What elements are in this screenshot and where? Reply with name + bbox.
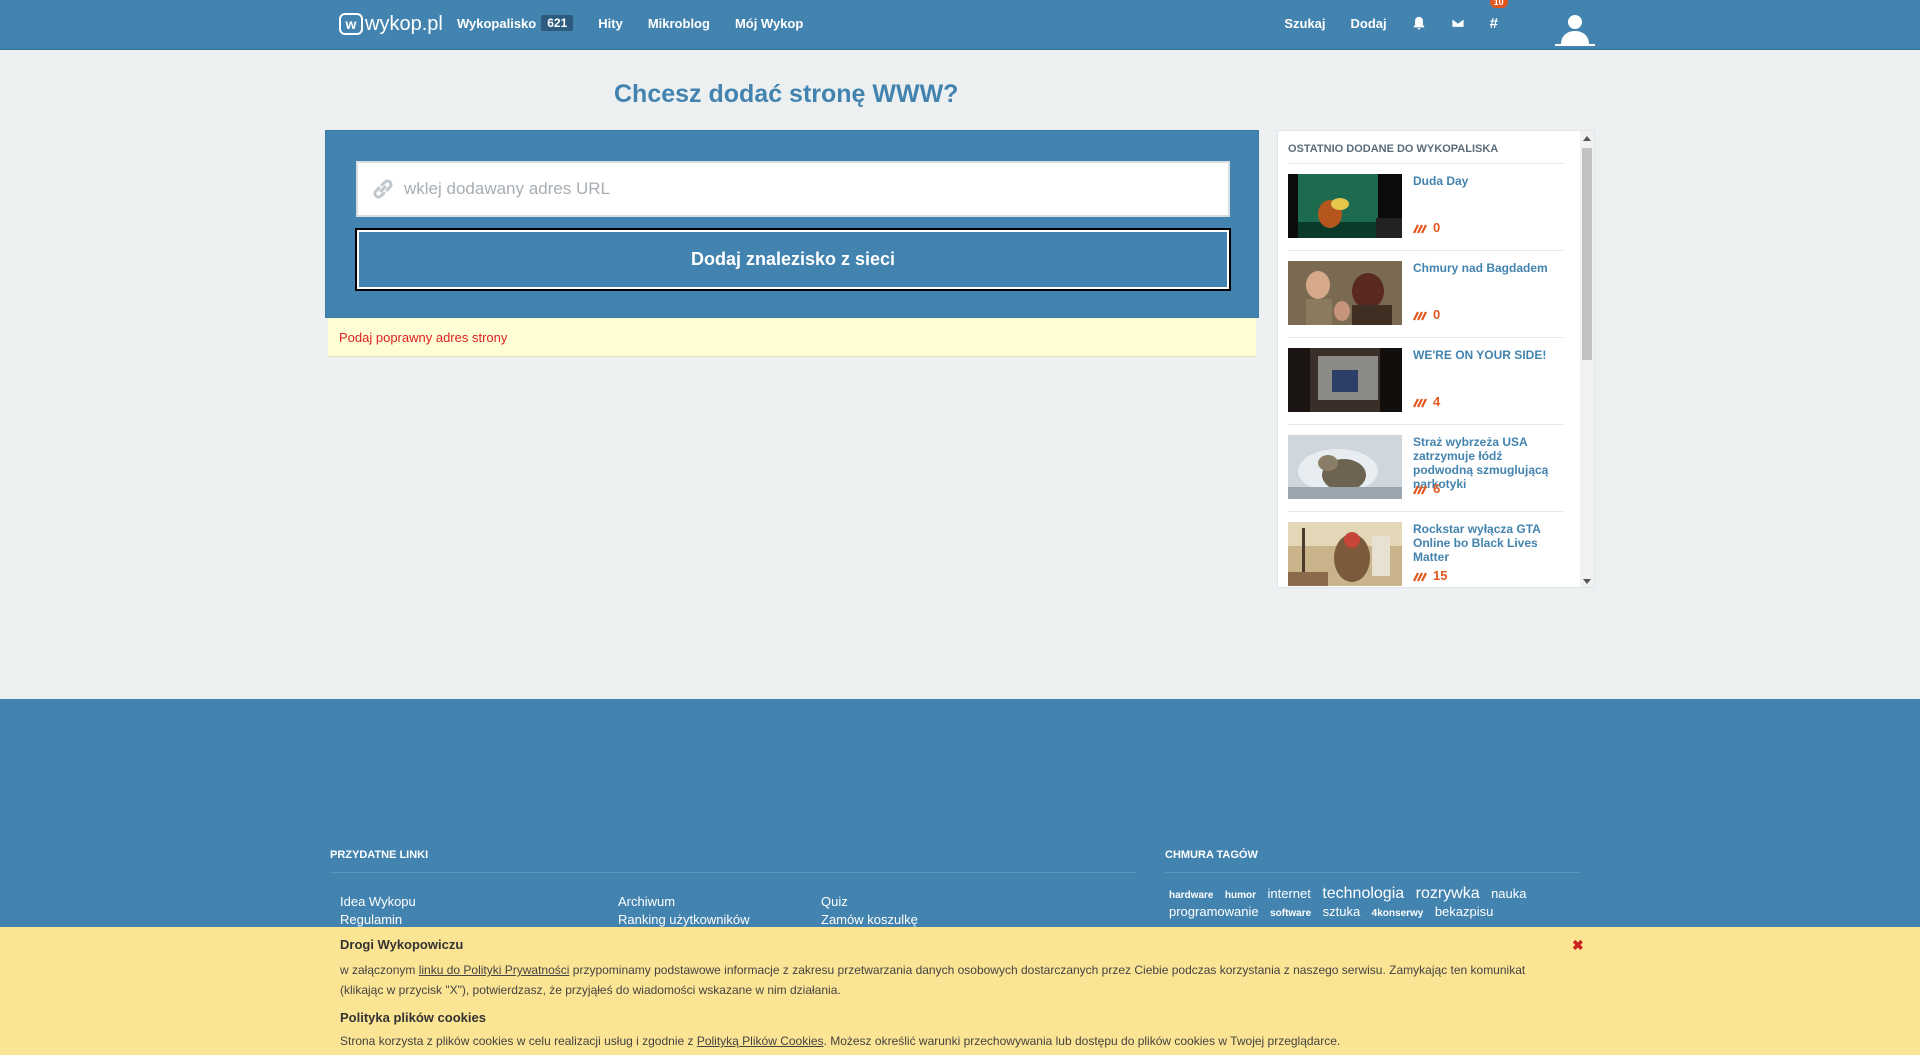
wykop-votes-icon xyxy=(1413,224,1427,233)
scrollbar-thumb[interactable] xyxy=(1582,148,1592,360)
wykop-logo-icon: w xyxy=(339,13,363,35)
tag-cloud-heading: CHMURA TAGÓW xyxy=(1165,849,1258,861)
list-item-votes: 15 xyxy=(1413,568,1447,583)
tag-link[interactable]: humor xyxy=(1225,890,1256,901)
wykop-votes-icon xyxy=(1413,485,1427,494)
footer-link[interactable]: Zamów koszulkę xyxy=(821,912,918,927)
footer-link[interactable]: Ranking użytkowników xyxy=(618,912,750,927)
nav-moj-wykop[interactable]: Mój Wykop xyxy=(735,16,803,31)
url-input[interactable] xyxy=(404,179,1204,199)
privacy-policy-link[interactable]: linku do Polityki Prywatności xyxy=(419,963,570,977)
votes-count: 0 xyxy=(1433,307,1441,322)
cookie-heading-cookies: Polityka plików cookies xyxy=(340,1010,486,1025)
cookie-heading-privacy: Drogi Wykopowiczu xyxy=(340,937,464,952)
list-item[interactable]: WE'RE ON YOUR SIDE! 4 xyxy=(1288,338,1564,425)
list-item[interactable]: Rockstar wyłącza GTA Online bo Black Liv… xyxy=(1288,512,1564,587)
logo-text: wykop.pl xyxy=(365,12,443,35)
bell-icon[interactable] xyxy=(1412,16,1426,30)
tag-link[interactable]: programowanie xyxy=(1169,904,1259,919)
search-link[interactable]: Szukaj xyxy=(1284,16,1325,31)
tag-link[interactable]: hardware xyxy=(1169,890,1213,901)
url-input-wrapper xyxy=(356,161,1230,217)
main-nav: Wykopalisko 621 Hity Mikroblog Mój Wykop xyxy=(457,0,828,46)
hashtag-icon[interactable]: # 10 xyxy=(1489,0,1508,32)
envelope-icon[interactable] xyxy=(1451,16,1465,30)
votes-count: 4 xyxy=(1433,394,1441,409)
close-icon[interactable]: ✖ xyxy=(1572,937,1584,954)
thumbnail-image xyxy=(1288,348,1402,412)
wykop-votes-icon xyxy=(1413,572,1427,581)
footer-link[interactable]: Quiz xyxy=(821,894,848,909)
votes-count: 15 xyxy=(1433,568,1448,583)
cookie-policy-text-a: Strona korzysta z plików cookies w celu … xyxy=(340,1034,697,1048)
page-title: Chcesz dodać stronę WWW? xyxy=(614,80,959,108)
tag-link[interactable]: nauka xyxy=(1491,886,1526,901)
thumbnail-image xyxy=(1288,522,1402,586)
footer-divider xyxy=(1165,872,1581,873)
thumbnail-image xyxy=(1288,261,1402,325)
top-navigation-bar: w wykop.pl Wykopalisko 621 Hity Mikroblo… xyxy=(0,0,1920,50)
footer-divider xyxy=(330,872,1136,873)
error-message: Podaj poprawny adres strony xyxy=(328,318,1256,357)
cookie-privacy-text-a: w załączonym xyxy=(340,963,419,977)
list-item-votes: 0 xyxy=(1413,220,1440,235)
list-item-title[interactable]: Chmury nad Bagdadem xyxy=(1413,261,1563,275)
nav-wykopalisko-label: Wykopalisko xyxy=(457,15,537,31)
list-item-title[interactable]: Rockstar wyłącza GTA Online bo Black Liv… xyxy=(1413,522,1563,564)
notification-count-badge: 10 xyxy=(1489,0,1508,8)
tag-link[interactable]: internet xyxy=(1267,886,1310,901)
scroll-down-arrow-icon[interactable] xyxy=(1583,579,1591,584)
cookie-consent-bar: Drogi Wykopowiczu w załączonym linku do … xyxy=(0,927,1920,1055)
list-item-votes: 6 xyxy=(1413,481,1440,496)
add-link-panel: Dodaj znalezisko z sieci xyxy=(325,130,1259,318)
user-nav: Szukaj Dodaj # 10 xyxy=(1259,0,1508,46)
sidebar-scrollbar[interactable] xyxy=(1580,131,1594,587)
list-item[interactable]: Duda Day 0 xyxy=(1288,164,1564,251)
tag-link[interactable]: technologia xyxy=(1322,885,1404,903)
list-item-votes: 0 xyxy=(1413,307,1440,322)
cookie-policy-text-b: . Możesz określić warunki przechowywania… xyxy=(823,1034,1341,1048)
add-link[interactable]: Dodaj xyxy=(1351,16,1387,31)
user-avatar-icon[interactable] xyxy=(1555,8,1595,46)
footer-link[interactable]: Archiwum xyxy=(618,894,675,909)
footer-links-heading: PRZYDATNE LINKI xyxy=(330,849,429,861)
nav-mikroblog[interactable]: Mikroblog xyxy=(648,16,710,31)
scroll-up-arrow-icon[interactable] xyxy=(1583,136,1591,141)
cookie-policy-text: Strona korzysta z plików cookies w celu … xyxy=(340,1031,1568,1051)
nav-wykopalisko[interactable]: Wykopalisko 621 xyxy=(457,15,574,31)
thumbnail-image xyxy=(1288,435,1402,499)
chain-link-icon xyxy=(373,179,393,199)
tag-link[interactable]: software xyxy=(1270,908,1311,919)
tag-cloud: hardware humor internet technologia rozr… xyxy=(1169,885,1579,921)
tag-link[interactable]: bekazpisu xyxy=(1435,904,1494,919)
tag-link[interactable]: 4konserwy xyxy=(1372,908,1424,919)
votes-count: 6 xyxy=(1433,481,1441,496)
list-item-votes: 4 xyxy=(1413,394,1440,409)
wykop-votes-icon xyxy=(1413,311,1427,320)
hashtag-glyph: # xyxy=(1489,14,1498,32)
recent-submissions-sidebar: OSTATNIO DODANE DO WYKOPALISKA Duda Day … xyxy=(1277,130,1595,588)
wykop-votes-icon xyxy=(1413,398,1427,407)
list-item[interactable]: Chmury nad Bagdadem 0 xyxy=(1288,251,1564,338)
tag-link[interactable]: rozrywka xyxy=(1416,885,1480,903)
sidebar-heading: OSTATNIO DODANE DO WYKOPALISKA xyxy=(1288,139,1564,164)
sidebar-list: Duda Day 0 Chmury nad Bagdadem 0 WE'RE O… xyxy=(1288,164,1564,587)
votes-count: 0 xyxy=(1433,220,1441,235)
wykop-logo[interactable]: w wykop.pl xyxy=(339,12,443,36)
tag-link[interactable]: sztuka xyxy=(1323,904,1361,919)
cookie-policy-link[interactable]: Polityką Plików Cookies xyxy=(697,1034,824,1048)
thumbnail-image xyxy=(1288,174,1402,238)
list-item[interactable]: Straż wybrzeża USA zatrzymuje łódź podwo… xyxy=(1288,425,1564,512)
footer-link[interactable]: Regulamin xyxy=(340,912,402,927)
list-item-title[interactable]: Duda Day xyxy=(1413,174,1563,188)
list-item-title[interactable]: WE'RE ON YOUR SIDE! xyxy=(1413,348,1563,362)
cookie-privacy-text: w załączonym linku do Polityki Prywatnoś… xyxy=(340,960,1568,1000)
wykopalisko-count-badge: 621 xyxy=(541,15,574,31)
add-submission-button[interactable]: Dodaj znalezisko z sieci xyxy=(355,228,1231,291)
nav-hity[interactable]: Hity xyxy=(598,16,623,31)
footer-link[interactable]: Idea Wykopu xyxy=(340,894,416,909)
